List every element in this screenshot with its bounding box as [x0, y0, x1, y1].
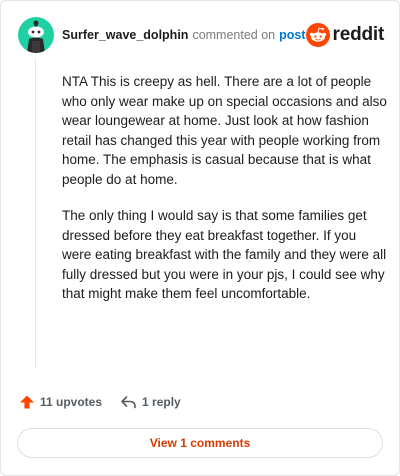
username[interactable]: Surfer_wave_dolphin [62, 28, 188, 42]
comment-header: Surfer_wave_dolphin commented on post re… [18, 17, 384, 53]
reddit-snoo-icon [305, 23, 330, 47]
reply-count: 1 reply [142, 395, 181, 409]
comment-paragraph: NTA This is creepy as hell. There are a … [62, 74, 387, 187]
post-link[interactable]: post [279, 28, 305, 42]
comment-embed-card: Surfer_wave_dolphin commented on post re… [0, 0, 400, 476]
upvote-count: 11 upvotes [40, 395, 103, 409]
comment-paragraph: The only thing I would say is that some … [62, 208, 387, 301]
thread-line[interactable] [35, 59, 36, 367]
upvote-button[interactable]: 11 upvotes [19, 394, 102, 410]
commented-on-label: commented on [192, 28, 276, 42]
comment-body: NTA This is creepy as hell. There are a … [62, 72, 388, 321]
reply-button[interactable]: 1 reply [120, 394, 181, 410]
comment-meta: Surfer_wave_dolphin commented on post [62, 28, 306, 42]
user-avatar[interactable] [18, 17, 54, 53]
reply-arrow-icon [121, 396, 136, 409]
reddit-logo[interactable]: reddit [305, 23, 385, 47]
upvote-arrow-icon [20, 395, 34, 409]
snoo-avatar-icon [27, 20, 45, 53]
view-comments-button[interactable]: View 1 comments [17, 428, 383, 458]
comment-actions: 11 upvotes 1 reply [19, 394, 181, 410]
reddit-wordmark: reddit [332, 24, 385, 45]
